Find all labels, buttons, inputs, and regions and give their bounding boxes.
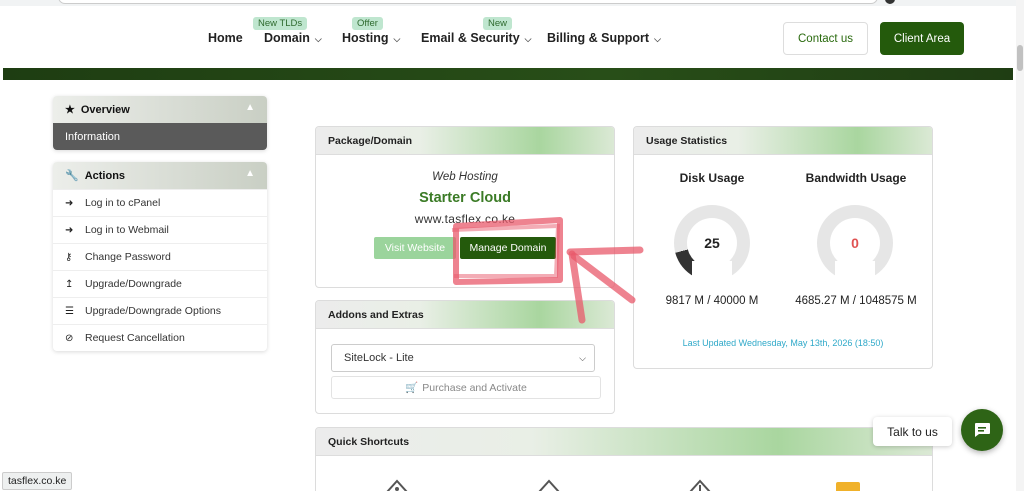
action-label: Request Cancellation [85,332,185,344]
action-login-cpanel[interactable]: ➜ Log in to cPanel [53,189,267,216]
package-name: Starter Cloud [419,190,511,206]
new-badge: New [483,17,513,30]
nav-billing-support[interactable]: Billing & Support ⌵ [547,31,661,45]
bandwidth-usage-gauge: 0 [817,205,893,283]
disk-usage-gauge: 25 [674,205,750,283]
shortcut-folder-icon[interactable] [836,481,860,491]
chat-bubble-icon [975,423,990,437]
purchase-label: Purchase and Activate [422,381,527,394]
action-label: Log in to Webmail [85,224,169,236]
actions-title: Actions [84,169,126,182]
addons-card-header: Addons and Extras [316,301,614,329]
client-area-button[interactable]: Client Area [880,22,964,55]
chevron-down-icon: ⌵ [314,34,322,44]
shortcuts-card-header: Quick Shortcuts [316,428,932,456]
action-label: Upgrade/Downgrade Options [85,305,221,317]
chevron-down-icon: ⌵ [524,34,532,44]
manage-domain-button[interactable]: Manage Domain [460,237,556,259]
header-divider-bar [3,68,1013,80]
nav-home[interactable]: Home [208,31,243,45]
bandwidth-usage-value: 4685.27 M / 1048575 M [795,295,917,307]
action-label: Upgrade/Downgrade [85,278,182,290]
chevron-down-icon: ⌵ [579,353,586,363]
package-domain: www.tasflex.co.ke [414,212,516,226]
action-request-cancellation[interactable]: ⊘ Request Cancellation [53,324,267,351]
nav-email-label: Email & Security [421,31,520,45]
chevron-down-icon: ⌵ [654,34,661,44]
disk-usage-percent: 25 [687,218,737,268]
usage-card-header: Usage Statistics [634,127,932,155]
chevron-up-icon[interactable]: ▲ [245,102,255,113]
shortcut-icon[interactable] [537,478,561,491]
new-tlds-badge: New TLDs [253,17,308,30]
nav-email-security[interactable]: Email & Security ⌵ [421,31,531,45]
last-updated-text: Last Updated Wednesday, May 13th, 2026 (… [682,338,884,348]
talk-to-us-label[interactable]: Talk to us [873,417,952,446]
overview-title: Overview [80,103,130,116]
ban-icon: ⊘ [65,332,74,344]
action-label: Change Password [85,251,171,263]
usage-statistics-card: Usage Statistics Disk Usage 25 9817 M / … [633,126,933,369]
package-domain-card: Package/Domain Web Hosting Starter Cloud… [315,126,615,288]
profile-icon[interactable] [885,0,895,4]
key-icon: ⚷ [65,251,73,263]
bandwidth-usage-percent: 0 [830,218,880,268]
nav-hosting-label: Hosting [342,31,389,45]
sign-in-icon: ➜ [65,197,74,209]
visit-website-button[interactable]: Visit Website [374,237,456,259]
disk-usage-title: Disk Usage [679,171,745,185]
wrench-icon: 🔧 [65,170,79,182]
nav-domain-label: Domain [264,31,310,45]
actions-panel: 🔧 Actions ▲ ➜ Log in to cPanel ➜ Log in to… [53,162,267,351]
bandwidth-usage-title: Bandwidth Usage [805,171,907,185]
chat-button[interactable] [961,409,1003,451]
actions-panel-header[interactable]: 🔧 Actions ▲ [53,162,267,189]
nav-hosting[interactable]: Hosting ⌵ [342,31,400,45]
scrollbar-thumb[interactable] [1017,45,1023,71]
action-change-password[interactable]: ⚷ Change Password [53,243,267,270]
package-card-header: Package/Domain [316,127,614,155]
purchase-activate-button[interactable]: 🛒 Purchase and Activate [331,376,601,399]
addon-select[interactable]: SiteLock - Lite ⌵ [331,344,595,372]
action-upgrade-downgrade[interactable]: ↥ Upgrade/Downgrade [53,270,267,297]
action-upgrade-options[interactable]: ☰ Upgrade/Downgrade Options [53,297,267,324]
disk-usage-value: 9817 M / 40000 M [665,295,759,307]
star-icon: ★ [65,104,75,116]
cart-icon: 🛒 [405,382,419,394]
addons-card: Addons and Extras SiteLock - Lite ⌵ 🛒 Pu… [315,300,615,414]
shortcut-icon[interactable] [385,478,409,491]
shortcut-icon[interactable] [688,478,712,491]
offer-badge: Offer [352,17,383,30]
contact-us-button[interactable]: Contact us [783,22,868,55]
arrow-up-icon: ↥ [65,278,74,290]
overview-panel-header[interactable]: ★ Overview ▲ [53,96,267,123]
browser-status-url: tasflex.co.ke [2,472,73,490]
address-bar[interactable] [58,0,878,4]
package-type: Web Hosting [432,171,498,183]
overview-panel: ★ Overview ▲ Information [53,96,267,150]
chevron-down-icon: ⌵ [393,34,401,44]
sidebar-item-information[interactable]: Information [53,123,267,150]
action-label: Log in to cPanel [85,197,161,209]
nav-billing-label: Billing & Support [547,31,650,45]
page-scrollbar[interactable] [1016,0,1024,491]
sign-in-icon: ➜ [65,224,74,236]
list-icon: ☰ [65,305,74,317]
action-login-webmail[interactable]: ➜ Log in to Webmail [53,216,267,243]
chevron-up-icon[interactable]: ▲ [245,168,255,179]
addon-selected-value: SiteLock - Lite [344,352,414,364]
nav-domain[interactable]: Domain ⌵ [264,31,322,45]
main-navigation: Home New TLDs Domain ⌵ Offer Hosting ⌵ New… [0,6,1016,68]
